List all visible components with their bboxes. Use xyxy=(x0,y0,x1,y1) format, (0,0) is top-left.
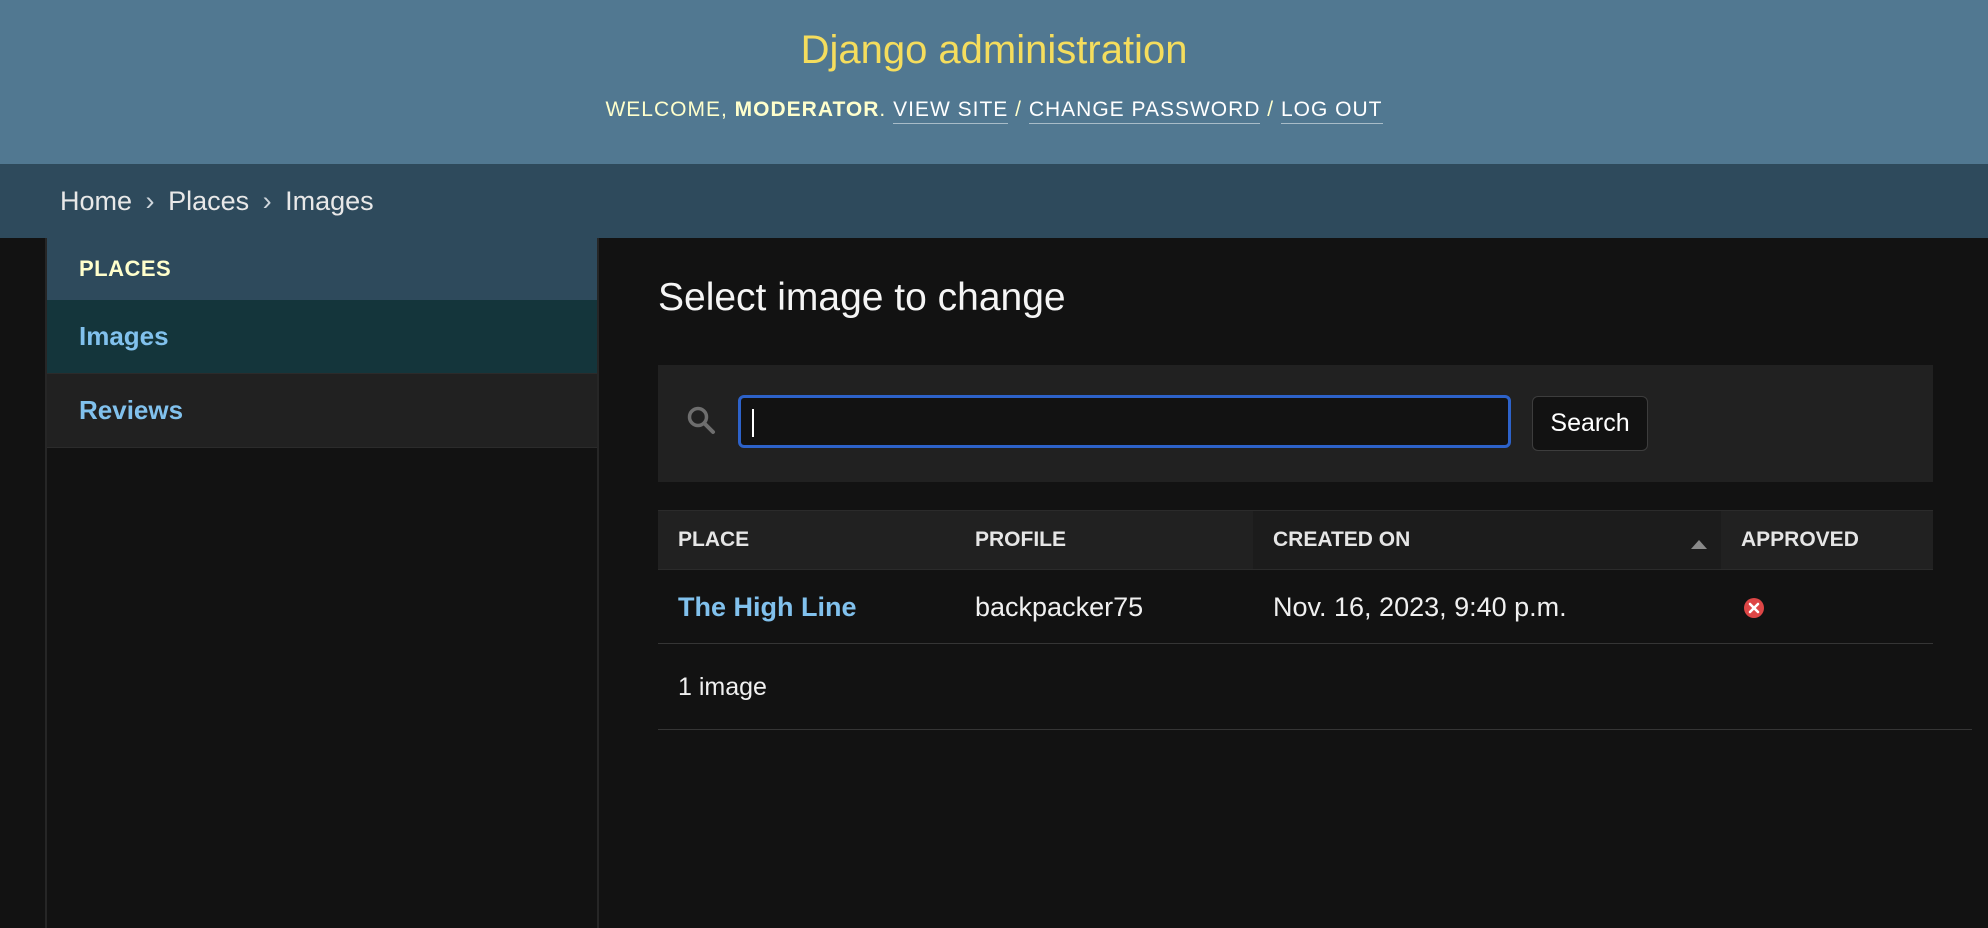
welcome-text: Welcome, xyxy=(605,98,728,121)
breadcrumb-separator: › xyxy=(262,186,272,216)
column-header-place[interactable]: Place xyxy=(658,511,955,569)
sidebar-app-caption[interactable]: Places xyxy=(47,238,597,300)
site-name[interactable]: Django administration xyxy=(0,28,1988,73)
place-link[interactable]: The High Line xyxy=(678,592,857,622)
breadcrumb-separator: › xyxy=(145,186,155,216)
search-toolbar: Search xyxy=(658,365,1933,482)
paginator: 1 image xyxy=(658,644,1972,730)
sidebar-app-caption-label: Places xyxy=(79,256,172,281)
breadcrumb-home[interactable]: Home xyxy=(60,186,132,216)
page-title: Select image to change xyxy=(658,276,1066,319)
results-table: Place Profile Created on Approved The Hi… xyxy=(658,510,1972,730)
content-main: Select image to change Search Place Prof… xyxy=(658,238,1988,928)
column-header-approved[interactable]: Approved xyxy=(1721,511,1933,569)
search-button[interactable]: Search xyxy=(1532,396,1648,451)
column-header-label: Created on xyxy=(1273,528,1411,551)
nav-sidebar: Places Images Reviews xyxy=(47,238,599,928)
change-password-link[interactable]: Change password xyxy=(1028,98,1261,124)
breadcrumb-places[interactable]: Places xyxy=(168,186,249,216)
column-header-created-on[interactable]: Created on xyxy=(1253,511,1721,569)
search-input[interactable] xyxy=(738,395,1511,448)
text-cursor xyxy=(752,409,754,437)
cell-place: The High Line xyxy=(658,570,857,644)
sidebar-item-label: Reviews xyxy=(79,395,184,425)
breadcrumb-current: Images xyxy=(285,186,374,216)
cell-profile: backpacker75 xyxy=(975,592,1144,622)
table-header: Place Profile Created on Approved xyxy=(658,510,1933,570)
sidebar-item-reviews[interactable]: Reviews xyxy=(47,374,597,448)
log-out-link[interactable]: Log out xyxy=(1280,98,1383,124)
username: moderator xyxy=(734,98,880,121)
user-tools: Welcome, moderator. View site / Change p… xyxy=(0,98,1988,124)
user-tools-separator: / xyxy=(1267,98,1275,121)
sidebar-item-images[interactable]: Images xyxy=(47,300,597,374)
cell-created-on: Nov. 16, 2023, 9:40 p.m. xyxy=(1273,592,1567,622)
sort-ascending-icon[interactable] xyxy=(1691,540,1707,549)
header: Django administration Welcome, moderator… xyxy=(0,0,1988,165)
sidebar-item-label: Images xyxy=(79,321,169,351)
not-approved-icon xyxy=(1744,598,1764,618)
table-row: The High Line backpacker75 Nov. 16, 2023… xyxy=(658,570,1933,644)
column-header-profile[interactable]: Profile xyxy=(955,511,1253,569)
breadcrumb: Home › Places › Images xyxy=(0,165,1988,238)
user-tools-separator: / xyxy=(1015,98,1022,121)
view-site-link[interactable]: View site xyxy=(893,98,1009,124)
sidebar-toggle-gutter[interactable] xyxy=(0,238,47,928)
search-icon xyxy=(687,406,715,434)
